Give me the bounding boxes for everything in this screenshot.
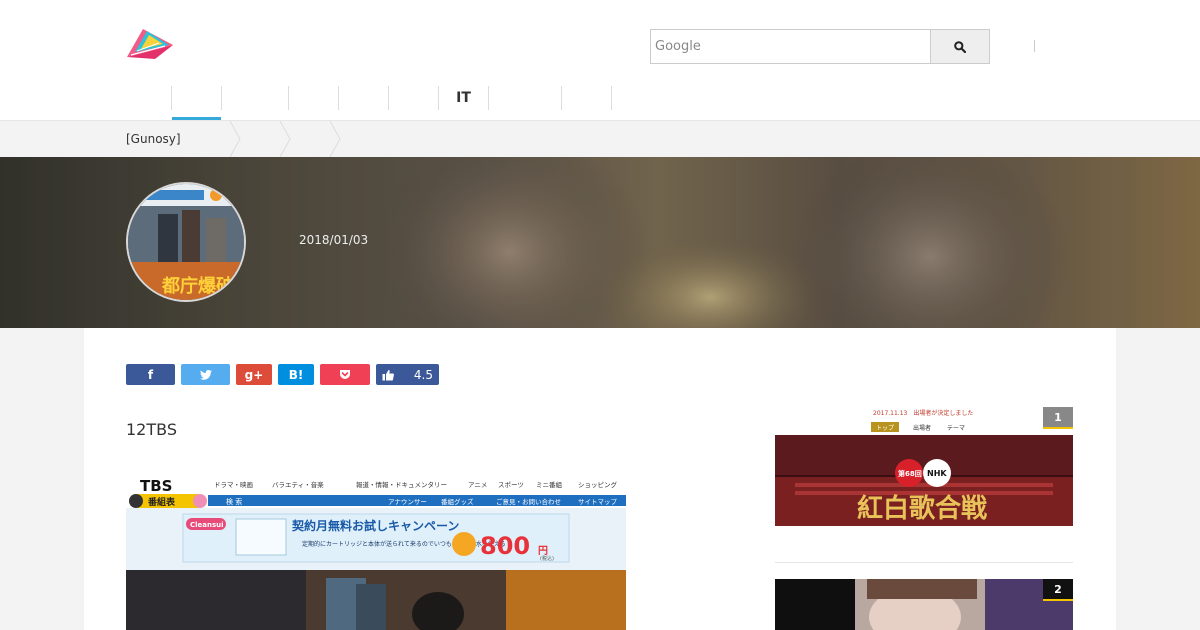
breadcrumb-separator-icon (229, 121, 241, 157)
pocket-icon (340, 370, 350, 379)
breadcrumb-item-source[interactable]: [Gunosy] (126, 132, 233, 146)
nav-item-8[interactable] (562, 86, 612, 110)
ad-title: 契約月無料お試しキャンペーン (291, 518, 459, 533)
article-heading: 12TBS (126, 420, 177, 439)
nav-item-entertainment[interactable] (172, 86, 222, 120)
like-rating-button[interactable]: 4.5 (376, 364, 439, 385)
site-header: IT (0, 0, 1200, 121)
tbs-subnav-item: 番組グッズ (441, 497, 474, 506)
ad-price: 800 (480, 532, 530, 560)
tbs-subnav-item: ご意見・お問い合わせ (496, 497, 561, 506)
kouhaku-notice: 2017.11.13 出場者が決定しました (873, 409, 973, 417)
search-icon (954, 40, 966, 53)
nhk-logo: NHK (927, 469, 947, 478)
tbs-subnav-item: アナウンサー (388, 498, 427, 506)
kouhaku-tab: テーマ (947, 425, 965, 432)
nav-item-4[interactable] (339, 86, 389, 110)
breadcrumb-separator-icon (329, 121, 341, 157)
breadcrumb-separator-icon (279, 121, 291, 157)
tbs-guide-label: 番組表 (147, 496, 176, 508)
rank-badge: 2 (1043, 579, 1073, 601)
nav-item-5[interactable] (389, 86, 439, 110)
search-button[interactable] (930, 29, 990, 64)
tbs-nav-item: バラエティ・音楽 (272, 480, 324, 489)
ranking-image-kouhaku: 2017.11.13 出場者が決定しました トップ 出場者 テーマ 第68回 N… (775, 407, 1073, 526)
twitter-icon (199, 369, 212, 380)
tbs-nav-item: アニメ (468, 481, 487, 489)
kouhaku-tab: トップ (876, 425, 894, 432)
kouhaku-tab: 出場者 (913, 424, 931, 432)
tbs-nav-item: ドラマ・映画 (214, 480, 253, 489)
nav-item-3[interactable] (289, 86, 339, 110)
article-image: TBS 番組表 ドラマ・映画 バラエティ・音楽 報道・情報・ドキュメンタリー ア… (126, 474, 626, 630)
tbs-nav-item: ショッピング (578, 480, 618, 489)
category-nav: IT (126, 86, 612, 120)
ranking-item-2[interactable]: 2 (775, 579, 1073, 630)
site-logo[interactable] (125, 25, 175, 61)
share-hatena-button[interactable]: B! (278, 364, 314, 385)
share-facebook-button[interactable]: f (126, 364, 175, 385)
nav-item-it[interactable] (489, 86, 562, 110)
hatena-icon: B! (288, 367, 304, 382)
kouhaku-edition-badge: 第68回 (898, 469, 922, 478)
facebook-icon: f (147, 367, 154, 382)
nav-item-top[interactable] (126, 86, 172, 110)
ranking-item-1[interactable]: 2017.11.13 出場者が決定しました トップ 出場者 テーマ 第68回 N… (775, 407, 1073, 526)
tbs-screenshot: TBS 番組表 ドラマ・映画 バラエティ・音楽 報道・情報・ドキュメンタリー ア… (126, 474, 626, 630)
article-thumbnail: 都庁爆破 (126, 182, 246, 302)
share-gplus-button[interactable]: g+ (236, 364, 272, 385)
ranking-image-2 (775, 579, 1073, 630)
search-form (650, 29, 990, 64)
share-twitter-button[interactable] (181, 364, 230, 385)
gplus-icon: g+ (244, 367, 264, 382)
rating-value: 4.5 (413, 367, 433, 382)
tbs-nav-item: スポーツ (498, 481, 524, 489)
nav-item-2[interactable] (222, 86, 289, 110)
tbs-nav-item: ミニ番組 (536, 480, 563, 489)
rank-badge: 1 (1043, 407, 1073, 429)
article-date: 2018/01/03 (299, 233, 369, 247)
ad-brand: Cleansui (190, 521, 224, 529)
tbs-nav-item: 報道・情報・ドキュメンタリー (356, 480, 447, 489)
tbs-subnav-item: 検 索 (226, 497, 242, 506)
tbs-logo: TBS (140, 477, 172, 495)
thumbs-up-icon (382, 369, 394, 380)
ad-tax: (税込) (540, 555, 554, 562)
nav-item-6[interactable]: IT (439, 86, 489, 110)
header-divider (1034, 40, 1035, 52)
search-input[interactable] (650, 29, 930, 64)
drama-poster-image: 都庁爆破 (128, 184, 244, 300)
tbs-subnav-item: サイトマップ (578, 498, 618, 506)
ranking-divider (775, 562, 1073, 563)
kouhaku-title: 紅白歌合戦 (857, 493, 987, 524)
share-pocket-button[interactable] (320, 364, 370, 385)
